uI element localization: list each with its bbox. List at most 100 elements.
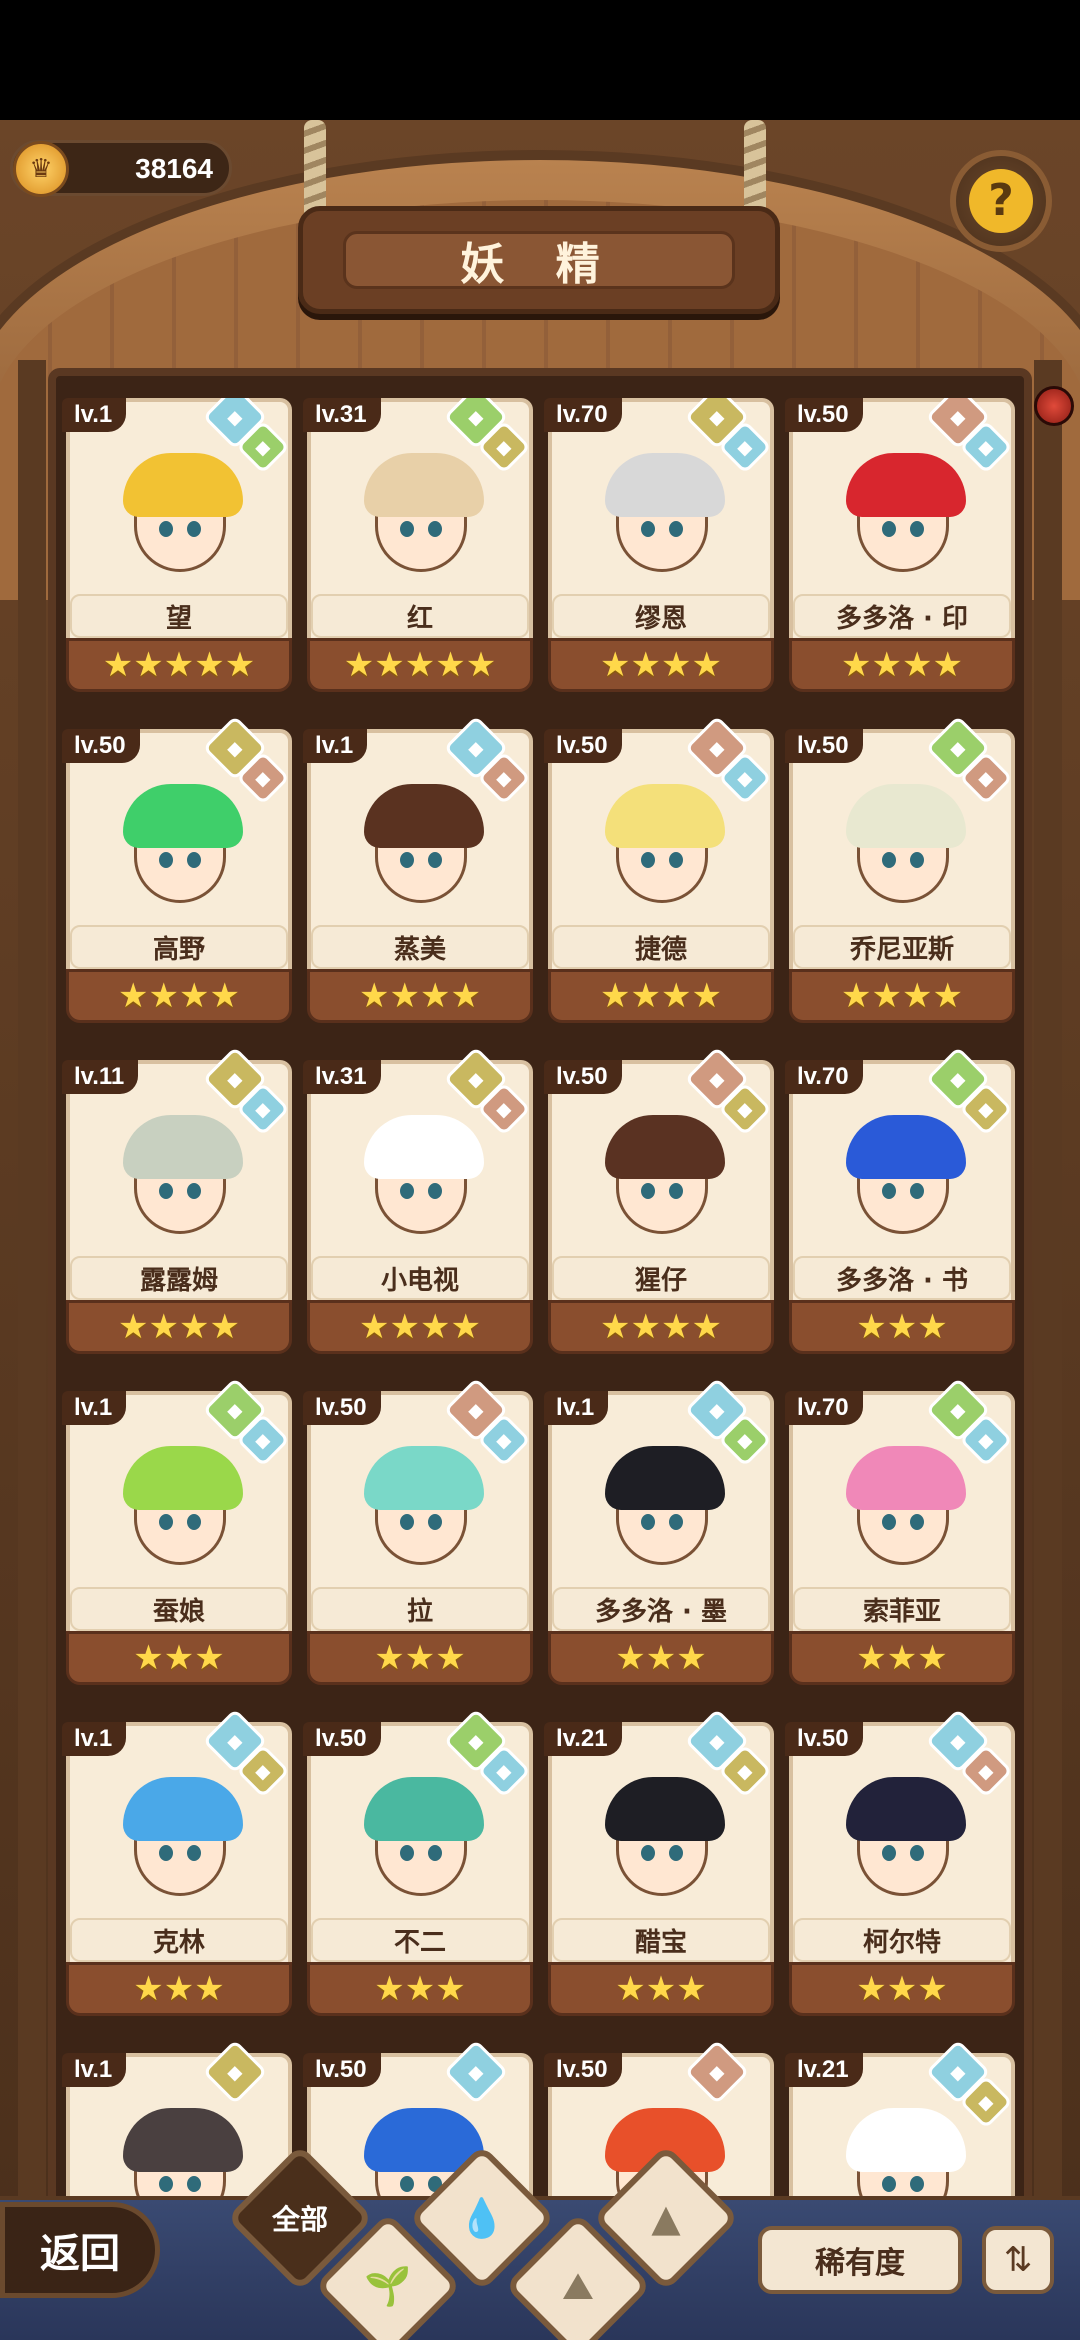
fairy-card[interactable]: lv.50 ◆ ◆ 拉 ★★★ <box>303 1377 537 1687</box>
fairy-eye <box>910 521 924 537</box>
page-title: 妖 精 <box>460 239 618 290</box>
fairy-hair <box>605 1115 725 1179</box>
fairy-portrait <box>815 1758 991 1934</box>
fairy-face <box>123 2108 243 2198</box>
fairy-eye <box>910 852 924 868</box>
fairy-eye <box>159 1845 173 1861</box>
name-scroll: 柯尔特 <box>793 1918 1011 1962</box>
star-icons: ★★★★★ <box>102 645 256 685</box>
star-rating: ★★★ <box>66 1962 292 2016</box>
level-badge: lv.50 <box>544 2053 622 2087</box>
fairy-face <box>123 1115 243 1234</box>
fairy-card[interactable]: lv.50 ◆ ◆ 多多洛 · 印 ★★★★ <box>785 398 1019 694</box>
fairy-hair <box>123 2108 243 2172</box>
star-rating: ★★★★★ <box>66 638 292 692</box>
star-rating: ★★★★ <box>307 1300 533 1354</box>
left-pillar <box>18 360 46 2260</box>
name-scroll: 索菲亚 <box>793 1587 1011 1631</box>
fairy-hair <box>123 1446 243 1510</box>
fairy-portrait <box>333 1096 509 1272</box>
fairy-card[interactable]: lv.1 ◆ ◆ 蚕娘 ★★★ <box>62 1377 296 1687</box>
star-icons: ★★★ <box>856 1638 948 1678</box>
fairy-portrait <box>333 765 509 941</box>
star-icons: ★★★★ <box>359 976 481 1016</box>
fairy-name: 拉 <box>406 1596 433 1627</box>
star-rating: ★★★★ <box>66 1300 292 1354</box>
star-icons: ★★★ <box>856 1969 948 2009</box>
star-icons: ★★★ <box>374 1969 466 2009</box>
level-badge: lv.50 <box>785 398 863 432</box>
fairy-eye <box>641 1514 655 1530</box>
fairy-card[interactable]: lv.50 ◆ ◆ 柯尔特 ★★★ <box>785 1708 1019 2018</box>
back-button[interactable]: 返回 <box>0 2202 160 2298</box>
name-scroll: 多多洛 · 印 <box>793 594 1011 638</box>
fairy-card[interactable]: lv.11 ◆ ◆ 露露姆 ★★★★ <box>62 1046 296 1356</box>
fairy-eye <box>641 1183 655 1199</box>
fairy-card[interactable]: lv.21 ◆ ◆ 醋宝 ★★★ <box>544 1708 778 2018</box>
level-badge: lv.50 <box>62 729 140 763</box>
fairy-eye <box>882 852 896 868</box>
name-scroll: 克林 <box>70 1918 288 1962</box>
fairy-hair <box>846 453 966 517</box>
star-rating: ★★★ <box>789 1631 1015 1685</box>
fairy-name: 索菲亚 <box>862 1596 941 1627</box>
fairy-face <box>364 1446 484 1565</box>
fairy-face <box>605 1777 725 1896</box>
level-badge: lv.50 <box>303 2053 381 2087</box>
fairy-hair <box>846 2108 966 2172</box>
fairy-card[interactable]: lv.21 ◆ ◆ <box>785 2039 1019 2198</box>
fairy-portrait <box>815 765 991 941</box>
fairy-hair <box>605 1446 725 1510</box>
name-scroll: 乔尼亚斯 <box>793 925 1011 969</box>
fairy-portrait <box>574 1096 750 1272</box>
fairy-card[interactable]: lv.1 ◆ ◆ 多多洛 · 墨 ★★★ <box>544 1377 778 1687</box>
name-scroll: 高野 <box>70 925 288 969</box>
fairy-card[interactable]: lv.31 ◆ ◆ 红 ★★★★★ <box>303 398 537 694</box>
crown-coin-icon: ♛ <box>13 141 69 197</box>
star-icons: ★★★ <box>133 1638 225 1678</box>
fairy-hair <box>364 453 484 517</box>
fairy-card[interactable]: lv.1 ◆ ◆ 克林 ★★★ <box>62 1708 296 2018</box>
level-badge: lv.31 <box>303 1060 381 1094</box>
level-badge: lv.1 <box>62 1722 127 1756</box>
fairy-card[interactable]: lv.50 ◆ ◆ 猩仔 ★★★★ <box>544 1046 778 1356</box>
fairy-card[interactable]: lv.70 ◆ ◆ 索菲亚 ★★★ <box>785 1377 1019 1687</box>
level-badge: lv.70 <box>544 398 622 432</box>
level-badge: lv.50 <box>785 729 863 763</box>
star-icons: ★★★★★ <box>343 645 497 685</box>
fairy-card[interactable]: lv.50 ◆ ◆ 高野 ★★★★ <box>62 715 296 1025</box>
fairy-hair <box>605 784 725 848</box>
notification-dot <box>1034 386 1074 426</box>
fairy-face <box>123 453 243 572</box>
fairy-name: 多多洛 · 印 <box>836 603 968 634</box>
fairy-eye <box>187 1183 201 1199</box>
fairy-face <box>605 1115 725 1234</box>
sort-order-button[interactable]: ⇅ <box>982 2226 1054 2294</box>
fairy-eye <box>400 1845 414 1861</box>
fairy-card[interactable]: lv.50 ◆ ◆ 乔尼亚斯 ★★★★ <box>785 715 1019 1025</box>
fairy-portrait <box>92 434 268 610</box>
fairy-hair <box>123 453 243 517</box>
fairy-portrait <box>574 1758 750 1934</box>
fairy-hair <box>846 784 966 848</box>
name-scroll: 露露姆 <box>70 1256 288 1300</box>
name-scroll: 多多洛 · 书 <box>793 1256 1011 1300</box>
fairy-eye <box>400 852 414 868</box>
name-scroll: 红 <box>311 594 529 638</box>
fairy-card[interactable]: lv.70 ◆ ◆ 多多洛 · 书 ★★★ <box>785 1046 1019 1356</box>
fairy-card[interactable]: lv.70 ◆ ◆ 缪恩 ★★★★ <box>544 398 778 694</box>
star-rating: ★★★★ <box>548 638 774 692</box>
help-button[interactable]: ? <box>950 150 1052 252</box>
fairy-card[interactable]: lv.1 ◆ ◆ 蒸美 ★★★★ <box>303 715 537 1025</box>
star-icons: ★★★★ <box>600 645 722 685</box>
name-scroll: 多多洛 · 墨 <box>552 1587 770 1631</box>
name-scroll: 蒸美 <box>311 925 529 969</box>
name-scroll: 拉 <box>311 1587 529 1631</box>
fairy-card[interactable]: lv.31 ◆ ◆ 小电视 ★★★★ <box>303 1046 537 1356</box>
rarity-sort-button[interactable]: 稀有度 <box>758 2226 962 2294</box>
star-rating: ★★★★ <box>548 969 774 1023</box>
fairy-card[interactable]: lv.50 ◆ ◆ 不二 ★★★ <box>303 1708 537 2018</box>
fairy-card[interactable]: lv.1 ◆ ◆ 望 ★★★★★ <box>62 398 296 694</box>
fairy-card[interactable]: lv.50 ◆ ◆ 捷德 ★★★★ <box>544 715 778 1025</box>
fairy-portrait <box>92 765 268 941</box>
